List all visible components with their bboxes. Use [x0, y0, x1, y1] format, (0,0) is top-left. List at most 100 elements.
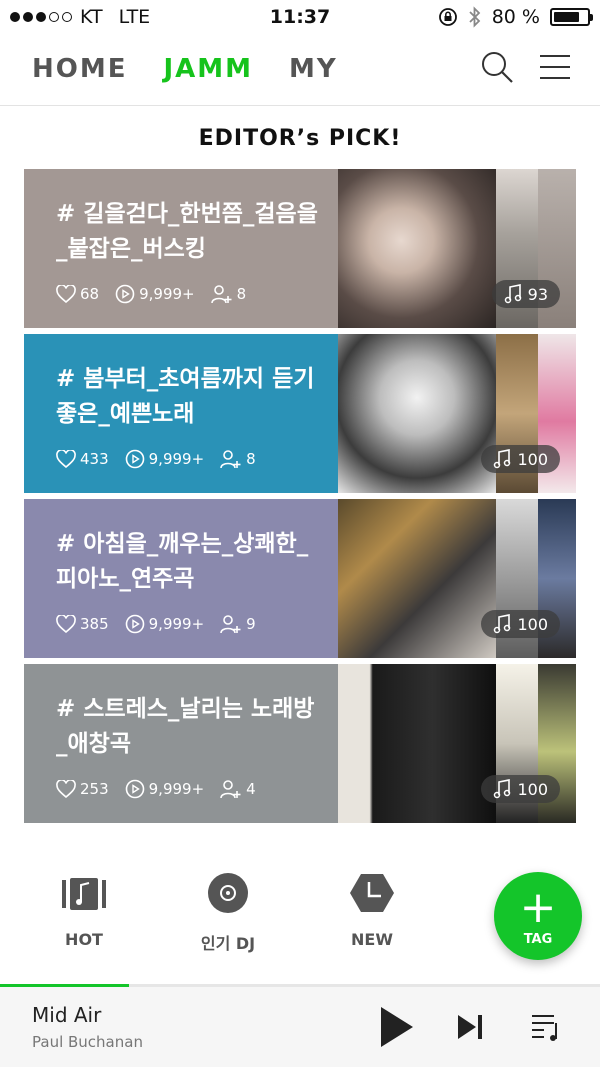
card-tag: # 스트레스_날리는 노래방_애창곡: [56, 696, 315, 757]
likes-count: 68: [80, 285, 100, 303]
music-note-icon: [494, 449, 511, 469]
next-track-icon[interactable]: [456, 1013, 484, 1041]
plays-count: 9,999+: [148, 780, 205, 798]
likes-count: 385: [80, 615, 109, 633]
card-stats: 253 9,999+ 4: [56, 779, 264, 799]
heart-icon: [56, 780, 76, 798]
tab-home[interactable]: HOME: [32, 54, 128, 84]
song-count-badge: 100: [481, 610, 560, 638]
add-user-icon: [220, 450, 241, 469]
play-icon[interactable]: [378, 1005, 416, 1049]
card-album-art: 100: [338, 664, 576, 823]
mini-player[interactable]: Mid Air Paul Buchanan: [0, 987, 600, 1067]
card-tag: # 아침을_깨우는_상쾌한_피아노_연주곡: [56, 531, 309, 592]
likes-stat: 253: [56, 780, 109, 798]
followers-count: 4: [246, 780, 256, 798]
plays-count: 9,999+: [148, 615, 205, 633]
top-nav: HOME JAMM MY: [0, 34, 600, 106]
nav-icons: [480, 50, 572, 84]
tag-fab-button[interactable]: + TAG: [494, 872, 582, 960]
song-count: 100: [517, 779, 548, 799]
likes-stat: 68: [56, 285, 99, 303]
card-tag: # 길을걷다_한번쯤_걸음을_붙잡은_버스킹: [56, 201, 318, 262]
card-info: # 스트레스_날리는 노래방_애창곡 253 9,999+ 4: [24, 664, 338, 823]
music-note-icon: [504, 284, 521, 304]
card-album-art: 100: [338, 499, 576, 658]
status-right: 80 %: [438, 6, 593, 28]
play-circle-icon: [115, 284, 135, 304]
song-count: 100: [517, 614, 548, 634]
menu-icon[interactable]: [538, 50, 572, 84]
card-info: # 길을걷다_한번쯤_걸음을_붙잡은_버스킹 68 9,999+ 8: [24, 169, 338, 328]
music-note-icon: [494, 614, 511, 634]
card-stats: 68 9,999+ 8: [56, 284, 254, 304]
new-clock-icon: [350, 874, 394, 912]
music-note-icon: [494, 779, 511, 799]
song-count-badge: 93: [491, 280, 560, 308]
card-tag: # 봄부터_초여름까지 듣기좋은_예쁜노래: [56, 366, 315, 427]
fab-label: TAG: [523, 932, 553, 947]
plus-icon: +: [519, 882, 557, 933]
likes-count: 253: [80, 780, 109, 798]
playlist-icon[interactable]: [530, 1011, 562, 1043]
play-circle-icon: [125, 449, 144, 469]
tab-jamm[interactable]: JAMM: [164, 54, 254, 84]
status-bar: KT LTE 11:37 80 %: [0, 0, 600, 34]
album-cover-image: [338, 334, 496, 493]
card-stats: 385 9,999+ 9: [56, 614, 264, 634]
editor-pick-list: # 길을걷다_한번쯤_걸음을_붙잡은_버스킹 68 9,999+ 8 93 # …: [24, 169, 576, 829]
card-info: # 아침을_깨우는_상쾌한_피아노_연주곡 385 9,999+ 9: [24, 499, 338, 658]
track-title: Mid Air: [32, 1003, 102, 1027]
followers-stat: 8: [220, 449, 256, 469]
search-icon[interactable]: [480, 50, 514, 84]
add-user-icon: [220, 780, 241, 799]
plays-stat: 9,999+: [125, 449, 205, 469]
song-count: 93: [527, 284, 548, 304]
followers-count: 9: [246, 615, 256, 633]
plays-stat: 9,999+: [125, 614, 205, 634]
song-count: 100: [517, 449, 548, 469]
battery-icon: [550, 8, 593, 26]
bluetooth-icon: [469, 6, 480, 28]
dj-disc-icon: [208, 873, 248, 913]
album-cover-image: [338, 664, 496, 823]
playlist-card[interactable]: # 스트레스_날리는 노래방_애창곡 253 9,999+ 4 100: [24, 664, 576, 823]
section-title: EDITOR’s PICK!: [198, 126, 402, 151]
play-circle-icon: [125, 779, 144, 799]
category-hot[interactable]: HOT: [34, 870, 134, 949]
plays-stat: 9,999+: [115, 284, 195, 304]
song-count-badge: 100: [481, 775, 560, 803]
category-popular-dj[interactable]: 인기 DJ: [178, 870, 278, 954]
card-stats: 433 9,999+ 8: [56, 449, 264, 469]
album-cover-image: [338, 169, 496, 328]
battery-percent: 80 %: [491, 6, 540, 28]
track-artist: Paul Buchanan: [32, 1033, 143, 1051]
category-new[interactable]: NEW: [322, 870, 422, 949]
category-label: HOT: [65, 930, 103, 949]
tab-my[interactable]: MY: [289, 54, 338, 84]
card-album-art: 100: [338, 334, 576, 493]
followers-count: 8: [246, 450, 256, 468]
followers-count: 8: [236, 285, 247, 303]
plays-count: 9,999+: [148, 450, 205, 468]
song-count-badge: 100: [481, 445, 560, 473]
category-label: NEW: [351, 930, 393, 949]
category-label: 인기 DJ: [200, 934, 256, 953]
likes-count: 433: [80, 450, 109, 468]
add-user-icon: [220, 615, 241, 634]
add-user-icon: [210, 285, 232, 304]
followers-stat: 8: [210, 284, 247, 304]
followers-stat: 4: [220, 779, 256, 799]
play-circle-icon: [125, 614, 144, 634]
album-cover-image: [338, 499, 496, 658]
playlist-card[interactable]: # 봄부터_초여름까지 듣기좋은_예쁜노래 433 9,999+ 8 100: [24, 334, 576, 493]
plays-count: 9,999+: [139, 285, 195, 303]
playlist-card[interactable]: # 아침을_깨우는_상쾌한_피아노_연주곡 385 9,999+ 9 100: [24, 499, 576, 658]
card-info: # 봄부터_초여름까지 듣기좋은_예쁜노래 433 9,999+ 8: [24, 334, 338, 493]
likes-stat: 385: [56, 615, 109, 633]
likes-stat: 433: [56, 450, 109, 468]
rotation-lock-icon: [438, 8, 457, 26]
playlist-card[interactable]: # 길을걷다_한번쯤_걸음을_붙잡은_버스킹 68 9,999+ 8 93: [24, 169, 576, 328]
plays-stat: 9,999+: [125, 779, 205, 799]
followers-stat: 9: [220, 614, 256, 634]
